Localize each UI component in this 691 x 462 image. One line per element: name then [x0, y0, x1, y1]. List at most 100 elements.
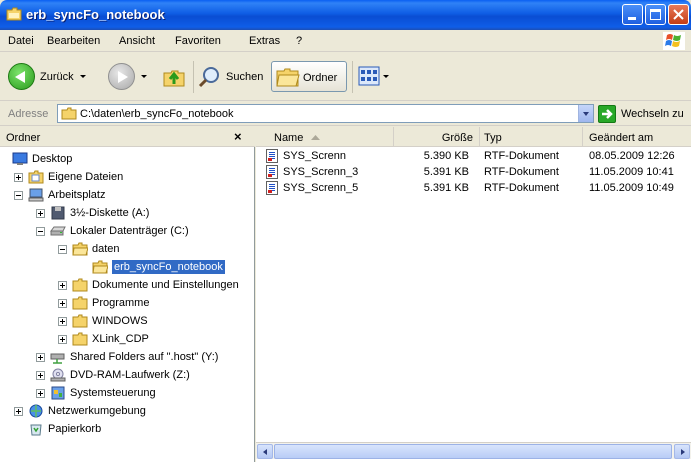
hard-drive-icon [50, 226, 66, 236]
rtf-document-icon [266, 165, 278, 179]
floppy-icon [51, 206, 65, 220]
menu-help[interactable]: ? [296, 35, 302, 47]
rtf-document-icon [266, 181, 278, 195]
expand-icon[interactable] [36, 370, 45, 380]
rtf-document-icon [266, 149, 278, 163]
column-header-type[interactable]: Typ [480, 127, 583, 147]
column-header-size[interactable]: Größe [394, 127, 480, 147]
chevron-down-icon [141, 75, 147, 78]
folders-icon [276, 68, 300, 87]
tree-item-label: erb_syncFo_notebook [112, 260, 225, 274]
file-name: SYS_Screnn_3 [283, 166, 359, 178]
address-input[interactable]: C:\daten\erb_syncFo_notebook [57, 104, 594, 123]
up-folder-icon[interactable] [162, 65, 186, 89]
menu-datei[interactable]: Datei [8, 35, 34, 47]
tree-item-label: Programme [92, 297, 150, 309]
horizontal-scrollbar[interactable] [256, 442, 691, 459]
tree-item-label: Dokumente und Einstellungen [92, 279, 239, 291]
back-button[interactable]: Zurück [8, 63, 86, 90]
address-value: C:\daten\erb_syncFo_notebook [80, 108, 234, 120]
forward-arrow-icon [108, 63, 135, 90]
file-name: SYS_Screnn [283, 150, 346, 162]
tree-item-dvd-drive[interactable]: DVD-RAM-Laufwerk (Z:) [36, 366, 190, 384]
scrollbar-thumb[interactable] [274, 444, 672, 459]
go-label[interactable]: Wechseln zu [621, 108, 684, 120]
tree-item-label: Arbeitsplatz [48, 189, 106, 201]
tree-item-label: Lokaler Datenträger (C:) [70, 225, 189, 237]
tree-item-shared-folders[interactable]: Shared Folders auf ".host" (Y:) [36, 348, 218, 366]
tree-item-local-disk[interactable]: Lokaler Datenträger (C:) [36, 222, 189, 240]
search-button[interactable]: Suchen [198, 65, 263, 89]
tree-item-windows[interactable]: WINDOWS [58, 312, 148, 330]
folder-pane-title: Ordner [6, 132, 41, 144]
search-label: Suchen [226, 71, 264, 83]
expand-icon[interactable] [58, 316, 67, 326]
file-name: SYS_Screnn_5 [283, 182, 359, 194]
maximize-button[interactable] [645, 4, 666, 25]
expand-icon[interactable] [14, 406, 23, 416]
chevron-down-icon [383, 74, 389, 78]
tree-item-label: DVD-RAM-Laufwerk (Z:) [70, 369, 190, 381]
scroll-left-button[interactable] [257, 444, 273, 459]
column-header-modified[interactable]: Geändert am [583, 127, 691, 147]
views-button[interactable] [358, 66, 389, 86]
folder-open-icon [92, 260, 108, 274]
tree-item-floppy[interactable]: 3½-Diskette (A:) [36, 204, 149, 222]
table-row[interactable]: SYS_Screnn 5.390 KB RTF-Dokument 08.05.2… [256, 149, 691, 165]
folder-icon [6, 7, 22, 21]
address-bar: Adresse C:\daten\erb_syncFo_notebook Wec… [0, 102, 691, 126]
expand-icon[interactable] [58, 280, 67, 290]
forward-button[interactable] [108, 63, 147, 90]
close-button[interactable] [668, 4, 689, 25]
menu-bearbeiten[interactable]: Bearbeiten [47, 35, 100, 47]
address-dropdown-button[interactable] [578, 105, 593, 122]
expand-icon[interactable] [36, 388, 45, 398]
expand-icon[interactable] [58, 334, 67, 344]
my-documents-icon [28, 170, 44, 184]
tree-item-label: Eigene Dateien [48, 171, 124, 183]
folders-label: Ordner [303, 72, 338, 84]
table-row[interactable]: SYS_Screnn_5 5.391 KB RTF-Dokument 11.05… [256, 181, 691, 197]
tree-item-desktop[interactable]: Desktop [12, 150, 72, 168]
sort-ascending-icon [311, 135, 320, 140]
tree-item-documents-and-settings[interactable]: Dokumente und Einstellungen [58, 276, 239, 294]
collapse-icon[interactable] [14, 190, 23, 200]
arrow-right-icon [602, 109, 613, 119]
expand-icon[interactable] [58, 298, 67, 308]
table-row[interactable]: SYS_Screnn_3 5.391 KB RTF-Dokument 11.05… [256, 165, 691, 181]
toolbar: Zurück Suchen Ordner [0, 53, 691, 101]
tree-item-erb-syncfo-notebook[interactable]: erb_syncFo_notebook [92, 258, 225, 276]
expand-icon[interactable] [36, 208, 45, 218]
go-button[interactable] [598, 105, 616, 123]
tree-item-recycle-bin[interactable]: Papierkorb [28, 420, 101, 438]
menu-ansicht[interactable]: Ansicht [119, 35, 155, 47]
expand-icon[interactable] [14, 172, 23, 182]
tree-item-label: Papierkorb [48, 423, 102, 435]
tree-item-daten[interactable]: daten [58, 240, 120, 258]
collapse-icon[interactable] [36, 226, 45, 236]
toolbar-divider [193, 61, 194, 93]
tree-item-xlink-cdp[interactable]: XLink_CDP [58, 330, 149, 348]
column-label: Geändert am [589, 132, 654, 144]
minimize-button[interactable] [622, 4, 643, 25]
expand-icon[interactable] [36, 352, 45, 362]
tree-item-network[interactable]: Netzwerkumgebung [14, 402, 146, 420]
column-header-name[interactable]: Name [256, 127, 394, 147]
folder-icon [72, 332, 88, 346]
tree-item-control-panel[interactable]: Systemsteuerung [36, 384, 156, 402]
file-size: 5.390 KB [423, 150, 469, 162]
tree-item-my-computer[interactable]: Arbeitsplatz [14, 186, 105, 204]
window-title: erb_syncFo_notebook [26, 7, 165, 22]
menu-extras[interactable]: Extras [249, 35, 280, 47]
recycle-bin-icon [30, 424, 42, 436]
tree-item-programme[interactable]: Programme [58, 294, 149, 312]
scroll-right-button[interactable] [674, 444, 690, 459]
collapse-icon[interactable] [58, 244, 67, 254]
network-icon [29, 404, 43, 418]
folders-button[interactable]: Ordner [271, 61, 347, 92]
folder-pane-close-button[interactable]: × [234, 129, 242, 144]
title-bar[interactable]: erb_syncFo_notebook [0, 0, 691, 30]
tree-item-my-documents[interactable]: Eigene Dateien [14, 168, 123, 186]
menu-favoriten[interactable]: Favoriten [175, 35, 221, 47]
folder-pane-header: Ordner × [0, 127, 255, 147]
